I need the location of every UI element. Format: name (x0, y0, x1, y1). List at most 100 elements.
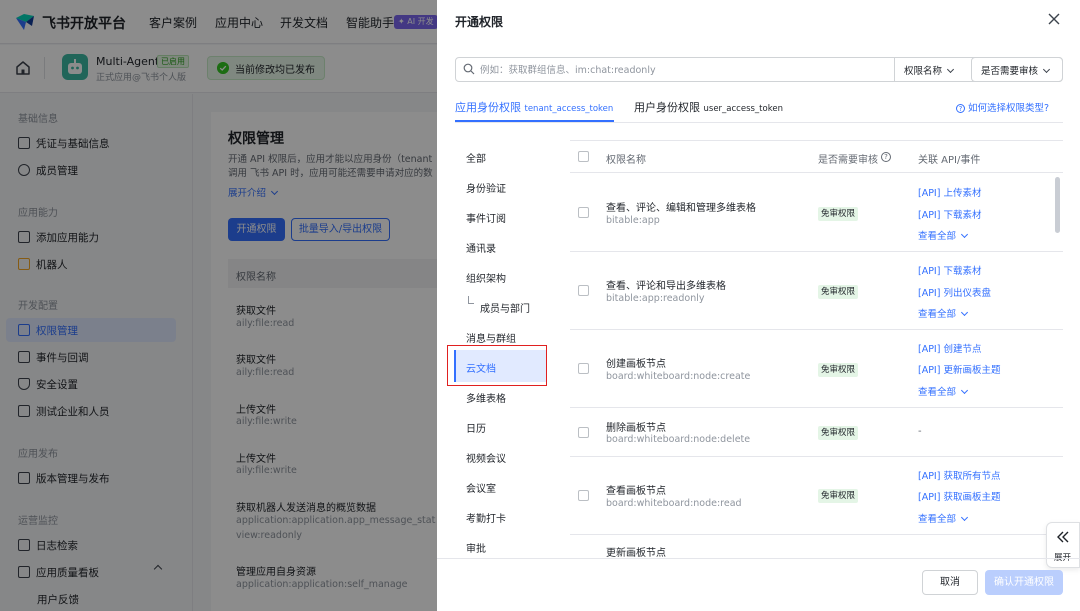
review-free-badge: 免审权限 (818, 285, 859, 299)
row-checkbox[interactable] (578, 363, 589, 374)
view-all-label: 查看全部 (918, 231, 957, 242)
search-input[interactable] (480, 63, 885, 77)
permission-drawer (437, 0, 1080, 611)
category-calendar[interactable]: 日历 (466, 420, 486, 435)
view-all-link[interactable]: 查看全部 (918, 384, 969, 398)
review-free-badge: 免审权限 (818, 426, 859, 440)
row-checkbox[interactable] (578, 427, 589, 438)
select-all-checkbox[interactable] (578, 151, 589, 162)
view-all-link[interactable]: 查看全部 (918, 228, 969, 242)
review-filter-select[interactable]: 是否需要审核 (971, 57, 1063, 82)
chevron-down-icon (960, 386, 969, 395)
permission-name: 查看、评论和导出多维表格 (606, 281, 726, 292)
review-free-badge: 免审权限 (818, 363, 859, 377)
row-divider (570, 456, 1063, 457)
drawer-title: 开通权限 (455, 15, 504, 29)
tabs-divider (455, 122, 1063, 123)
category-bitable[interactable]: 多维表格 (466, 390, 506, 405)
permission-code: board:whiteboard:node:delete (606, 434, 751, 445)
chevron-down-icon (946, 65, 955, 74)
permission-name: 删除画板节点 (606, 423, 666, 434)
permission-type-help-link[interactable]: ? 如何选择权限类型? (956, 100, 1049, 114)
active-tab-underline (455, 120, 614, 122)
api-link[interactable]: [API] 列出仪表盘 (918, 285, 991, 299)
tab-label: 用户身份权限 (634, 101, 700, 114)
category-org[interactable]: 组织架构 (466, 270, 506, 285)
question-icon: ? (956, 104, 965, 113)
row-checkbox[interactable] (578, 490, 589, 501)
category-auth[interactable]: 身份验证 (466, 180, 506, 195)
row-checkbox[interactable] (578, 285, 589, 296)
permission-name: 查看画板节点 (606, 486, 666, 497)
scrollbar-thumb[interactable] (1055, 177, 1060, 233)
api-link[interactable]: [API] 下载素材 (918, 263, 981, 277)
no-api-dash: - (918, 426, 922, 437)
question-icon[interactable]: ? (881, 152, 891, 162)
review-free-badge: 免审权限 (818, 207, 859, 221)
row-divider (570, 329, 1063, 330)
category-messages[interactable]: 消息与群组 (466, 330, 516, 345)
api-link[interactable]: [API] 创建节点 (918, 341, 981, 355)
permission-code: bitable:app:readonly (606, 293, 705, 304)
row-checkbox[interactable] (578, 207, 589, 218)
api-link[interactable]: [API] 上传素材 (918, 185, 981, 199)
view-all-label: 查看全部 (918, 387, 957, 398)
permission-code: board:whiteboard:node:create (606, 371, 751, 382)
view-all-label: 查看全部 (918, 514, 957, 525)
table-top-border (570, 140, 1063, 141)
chevron-down-icon (960, 308, 969, 317)
permission-name: 更新画板节点 (606, 548, 666, 558)
tab-sublabel: tenant_access_token (524, 104, 614, 114)
category-all[interactable]: 全部 (466, 150, 486, 165)
chevron-down-icon (1042, 65, 1051, 74)
tab-sublabel: user_access_token (703, 104, 783, 114)
api-link[interactable]: [API] 下载素材 (918, 207, 981, 221)
category-meeting-room[interactable]: 会议室 (466, 480, 496, 495)
highlight-annotation-box (447, 345, 547, 386)
category-approval[interactable]: 审批 (466, 540, 486, 555)
select-value: 是否需要审核 (981, 66, 1039, 77)
footer-divider (437, 558, 1080, 559)
search-field-select-label: 权限名称 (904, 63, 955, 77)
review-free-badge: 免审权限 (818, 489, 859, 503)
review-filter-select-label: 是否需要审核 (981, 63, 1051, 77)
tab-user-permissions[interactable]: 用户身份权限 user_access_token (634, 99, 783, 115)
api-link[interactable]: [API] 更新画板主题 (918, 362, 1000, 376)
row-divider (570, 407, 1063, 408)
category-attendance[interactable]: 考勤打卡 (466, 510, 506, 525)
permission-name: 查看、评论、编辑和管理多维表格 (606, 203, 756, 214)
double-chevron-left-icon (1057, 531, 1069, 543)
select-value: 权限名称 (904, 66, 943, 77)
chevron-down-icon (960, 513, 969, 522)
expand-label: 展开 (1054, 553, 1072, 563)
api-link[interactable]: [API] 获取所有节点 (918, 468, 1000, 482)
permission-code: bitable:app (606, 215, 660, 226)
table-header-border (570, 172, 1063, 173)
column-header-name: 权限名称 (606, 155, 646, 166)
api-link[interactable]: [API] 获取画板主题 (918, 489, 1000, 503)
help-label: 如何选择权限类型? (968, 103, 1050, 114)
table-row-partial: 更新画板节点 (570, 535, 1054, 558)
category-contacts[interactable]: 通讯录 (466, 240, 496, 255)
view-all-label: 查看全部 (918, 309, 957, 320)
category-video-meeting[interactable]: 视频会议 (466, 450, 506, 465)
tree-branch-icon (468, 296, 474, 304)
search-icon (463, 63, 475, 75)
tab-tenant-permissions[interactable]: 应用身份权限 tenant_access_token (455, 99, 613, 115)
modal-overlay[interactable] (0, 0, 437, 611)
view-all-link[interactable]: 查看全部 (918, 511, 969, 525)
confirm-open-permission-button[interactable]: 确认开通权限 (985, 570, 1063, 595)
close-icon[interactable] (1046, 11, 1062, 27)
category-members-depts[interactable]: 成员与部门 (480, 300, 530, 315)
tab-label: 应用身份权限 (455, 101, 521, 114)
category-events[interactable]: 事件订阅 (466, 210, 506, 225)
permission-name: 创建画板节点 (606, 359, 666, 370)
column-header-api: 关联 API/事件 (918, 155, 981, 166)
search-field-select[interactable]: 权限名称 (894, 57, 965, 82)
chevron-down-icon (960, 230, 969, 239)
column-header-review: 是否需要审核 (818, 155, 878, 166)
view-all-link[interactable]: 查看全部 (918, 306, 969, 320)
permission-code: board:whiteboard:node:read (606, 498, 742, 509)
row-divider (570, 251, 1063, 252)
cancel-button[interactable]: 取消 (922, 570, 978, 595)
